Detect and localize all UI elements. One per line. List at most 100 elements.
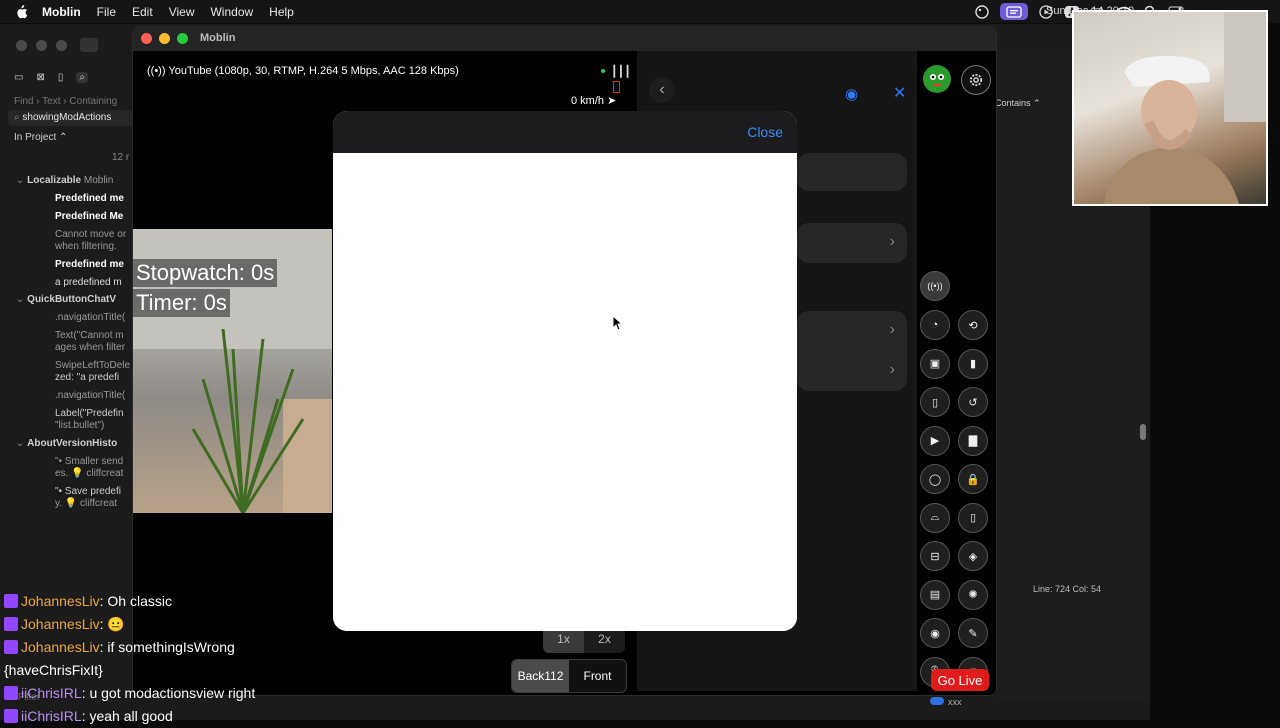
- find-mode-breadcrumb[interactable]: Find › Text › Containing: [14, 96, 117, 107]
- apple-icon[interactable]: [14, 4, 28, 19]
- camera-selector: Back112 Front: [511, 659, 627, 693]
- eye-slash-icon[interactable]: ◉: [845, 85, 858, 103]
- menu-window[interactable]: Window: [210, 5, 253, 19]
- tree-row[interactable]: y. 💡 cliffcreat: [55, 498, 117, 509]
- xcode-close-icon[interactable]: [16, 40, 27, 51]
- tree-row[interactable]: Predefined me: [55, 259, 124, 270]
- drawer-icon[interactable]: ⊟: [920, 541, 950, 571]
- back-chevron-icon[interactable]: ‹: [649, 77, 675, 103]
- tree-row[interactable]: SwipeLeftToDele: [55, 360, 130, 371]
- audio-level-icon: ┃┃┃: [611, 66, 631, 78]
- pen-icon[interactable]: ✎: [958, 618, 988, 648]
- tree-row[interactable]: "list.bullet"): [55, 420, 104, 431]
- modal-content: [333, 153, 797, 631]
- bookmark-icon[interactable]: ▯: [58, 72, 64, 83]
- tree-row[interactable]: a predefined m: [55, 277, 122, 288]
- menu-file[interactable]: File: [97, 5, 116, 19]
- settings-row[interactable]: › ›: [797, 311, 907, 391]
- menu-edit[interactable]: Edit: [132, 5, 153, 19]
- person-image: [1104, 12, 1266, 204]
- modal-close-button[interactable]: Close: [747, 124, 783, 140]
- tree-row[interactable]: .navigationTitle(: [55, 390, 125, 401]
- tree-row[interactable]: Text("Cannot m: [55, 330, 124, 341]
- modal-header: Close: [333, 111, 797, 153]
- sidebar-toggle-icon[interactable]: [80, 38, 98, 52]
- stopwatch-overlay: Stopwatch: 0s: [133, 259, 278, 287]
- chat-overlay: JohannesLiv: Oh classic JohannesLiv: 😐 J…: [4, 590, 334, 728]
- go-live-button[interactable]: Go Live: [931, 669, 989, 691]
- folder-icon[interactable]: ▭: [14, 72, 23, 83]
- tree-group-localizable[interactable]: ⌄ Localizable Moblin: [16, 175, 113, 186]
- tree-row[interactable]: ages when filter: [55, 342, 125, 353]
- xcode-minimize-icon[interactable]: [36, 40, 47, 51]
- settings-row[interactable]: [797, 153, 907, 191]
- tree-group-quickbutton[interactable]: ⌄ QuickButtonChatV: [16, 294, 116, 305]
- find-scope[interactable]: In Project ⌃: [14, 132, 67, 143]
- remote-icon[interactable]: ▯: [920, 387, 950, 417]
- photo-icon[interactable]: ▤: [920, 579, 950, 610]
- tree-row[interactable]: "• Smaller send: [55, 456, 123, 467]
- moblin-title: Moblin: [200, 32, 236, 44]
- close-x-icon[interactable]: ✕: [893, 83, 906, 103]
- tree-row[interactable]: "• Save predefi: [55, 486, 121, 497]
- bottom-filter-field[interactable]: xxx: [930, 697, 1060, 711]
- camera-back[interactable]: Back112: [512, 660, 569, 692]
- replay-icon[interactable]: ↺: [958, 387, 988, 417]
- chat-user: JohannesLiv: [21, 593, 100, 609]
- scrollbar-thumb[interactable]: [1140, 424, 1146, 440]
- moblin-minimize-icon[interactable]: [159, 33, 170, 44]
- camera-front[interactable]: Front: [569, 660, 626, 692]
- chevron-right-icon: ›: [889, 361, 895, 378]
- modal-sheet: Close: [333, 111, 797, 631]
- tree-row[interactable]: Predefined me: [55, 193, 124, 204]
- location-arrow-icon: ➤: [607, 95, 617, 107]
- status-screen-icon[interactable]: [1000, 3, 1028, 20]
- tree-row[interactable]: Cannot move or: [55, 229, 126, 240]
- settings-row[interactable]: ›: [797, 223, 907, 263]
- tree-row[interactable]: .navigationTitle(: [55, 312, 125, 323]
- camera-preview: Stopwatch: 0s Timer: 0s: [133, 229, 332, 513]
- moblin-titlebar: Moblin: [133, 27, 996, 51]
- xcode-zoom-icon[interactable]: [56, 40, 67, 51]
- moblin-zoom-icon[interactable]: [177, 33, 188, 44]
- aperture-icon[interactable]: ✺: [958, 579, 988, 610]
- moblin-close-icon[interactable]: [141, 33, 152, 44]
- x-square-icon[interactable]: ⊠: [36, 72, 44, 83]
- record-icon[interactable]: ◉: [920, 618, 950, 648]
- tree-group-aboutversion[interactable]: ⌄ AboutVersionHisto: [16, 438, 117, 449]
- broadcast-icon[interactable]: ((•)): [920, 271, 950, 301]
- lock-icon[interactable]: 🔒: [958, 464, 988, 494]
- find-icon[interactable]: ⌕: [76, 72, 88, 83]
- twitch-icon: [4, 640, 18, 654]
- chat-message: JohannesLiv: if somethingIsWrong {haveCh…: [4, 639, 235, 678]
- tree-row[interactable]: es. 💡 cliffcreat: [55, 468, 123, 479]
- chat-user: JohannesLiv: [21, 639, 100, 655]
- play-icon[interactable]: ▶: [920, 425, 950, 456]
- tree-row[interactable]: when filtering.: [55, 241, 117, 252]
- camera-switch-icon[interactable]: ⟲: [958, 310, 988, 340]
- find-search-field[interactable]: ⌕ showingModActions: [8, 110, 136, 126]
- chat-user: iiChrisIRL: [21, 685, 82, 701]
- tree-row[interactable]: Label("Predefin: [55, 408, 124, 419]
- camera-icon[interactable]: ▣: [920, 348, 950, 379]
- menu-view[interactable]: View: [169, 5, 195, 19]
- horizon-icon[interactable]: ⌓: [920, 502, 950, 533]
- tree-row[interactable]: zed: "a predefi: [55, 372, 119, 383]
- navigator-tabs: ▭ ⊠ ▯ ⌕: [14, 72, 88, 83]
- layers-icon[interactable]: ◈: [958, 541, 988, 571]
- chat-bubble-icon[interactable]: ◯: [920, 464, 950, 494]
- status-palette-icon[interactable]: [974, 4, 990, 20]
- menu-help[interactable]: Help: [269, 5, 294, 19]
- chat-text: u got modactionsview right: [89, 685, 256, 701]
- speedometer-icon[interactable]: ◔: [920, 310, 950, 340]
- tree-row[interactable]: Predefined Me: [55, 211, 123, 222]
- chat-text: yeah all good: [89, 708, 173, 724]
- gopro-icon[interactable]: ▮: [958, 348, 988, 379]
- settings-gear-icon[interactable]: [961, 65, 991, 95]
- bar-chart-icon[interactable]: ▇: [958, 425, 988, 456]
- avatar[interactable]: [923, 65, 951, 93]
- contains-dropdown[interactable]: Contains ⌃: [995, 98, 1041, 109]
- menu-app-name[interactable]: Moblin: [42, 5, 81, 19]
- remote2-icon[interactable]: ▯: [958, 502, 988, 533]
- green-status-dot: [601, 69, 605, 73]
